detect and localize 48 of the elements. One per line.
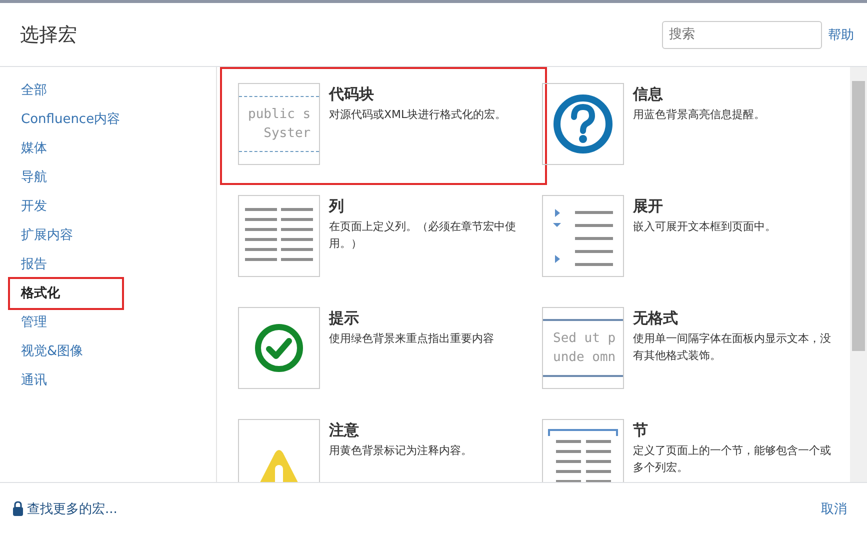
question-circle-icon [551,92,615,156]
macro-description: 嵌入可展开文本框到页面中。 [633,219,777,235]
macro-title: 展开 [633,197,664,216]
macro-title: 列 [329,197,345,216]
preformatted-preview-text: unde omn [552,349,617,367]
sidebar-item[interactable]: 管理 [10,308,122,337]
sidebar-item[interactable]: 视觉&图像 [10,337,122,366]
help-link[interactable]: 帮助 [828,26,854,44]
sidebar-item[interactable]: 媒体 [10,134,122,163]
code-preview-text: Syster [262,125,312,143]
macro-title: 提示 [329,309,360,328]
macro-card[interactable]: 信息 用蓝色背景高亮信息提醒。 [542,83,842,195]
code-preview-text: public s [247,106,312,124]
macro-title: 节 [633,421,649,440]
macro-title: 无格式 [633,309,679,328]
macro-card[interactable]: Sed ut p unde omn 无格式 使用单一间隔字体在面板内显示文本，没有其他格式装饰。 [542,307,842,419]
macro-card[interactable]: 展开 嵌入可展开文本框到页面中。 [542,195,842,307]
sidebar-item[interactable]: Confluence内容 [10,105,122,134]
sidebar-item[interactable]: 导航 [10,163,122,192]
macro-description: 对源代码或XML块进行格式化的宏。 [329,107,508,123]
sidebar-item[interactable]: 扩展内容 [10,221,122,250]
macro-card[interactable]: public s Syster 代码块 对源代码或XML块进行格式化的宏。 [222,69,545,183]
macro-card[interactable]: 提示 使用绿色背景来重点指出重要内容 [238,307,542,419]
macro-title: 代码块 [329,85,375,104]
dialog-title: 选择宏 [20,22,78,48]
sidebar-item[interactable]: 开发 [10,192,122,221]
macro-card[interactable]: 注意 用黄色背景标记为注释内容。 [238,419,542,482]
macro-card[interactable]: 节 定义了页面上的一个节，能够包含一个或多个列宏。 [542,419,842,482]
macro-description: 用黄色背景标记为注释内容。 [329,443,473,459]
macro-description: 定义了页面上的一个节，能够包含一个或多个列宏。 [633,443,831,476]
sidebar-item[interactable]: 通讯 [10,366,122,395]
macro-description: 在页面上定义列。（必须在章节宏中使用。） [329,219,517,252]
macro-description: 使用单一间隔字体在面板内显示文本，没有其他格式装饰。 [633,331,831,364]
sidebar-item[interactable]: 全部 [10,76,122,105]
macro-card[interactable]: 列 在页面上定义列。（必须在章节宏中使用。） [238,195,542,307]
section-layout-icon [548,428,618,482]
macro-title: 注意 [329,421,360,440]
preformatted-preview-text: Sed ut p [552,330,617,348]
find-more-macros-link[interactable]: 查找更多的宏... [12,500,118,518]
cancel-link[interactable]: 取消 [821,500,847,518]
search-field[interactable]: 搜索 [662,20,822,48]
scrollbar[interactable] [850,67,867,482]
macro-description: 用蓝色背景高亮信息提醒。 [633,107,766,123]
macro-description: 使用绿色背景来重点指出重要内容 [329,331,495,347]
check-circle-icon [253,322,305,374]
sidebar-item[interactable]: 格式化 [10,279,122,308]
macro-title: 信息 [633,85,664,104]
sidebar-item[interactable]: 报告 [10,250,122,279]
